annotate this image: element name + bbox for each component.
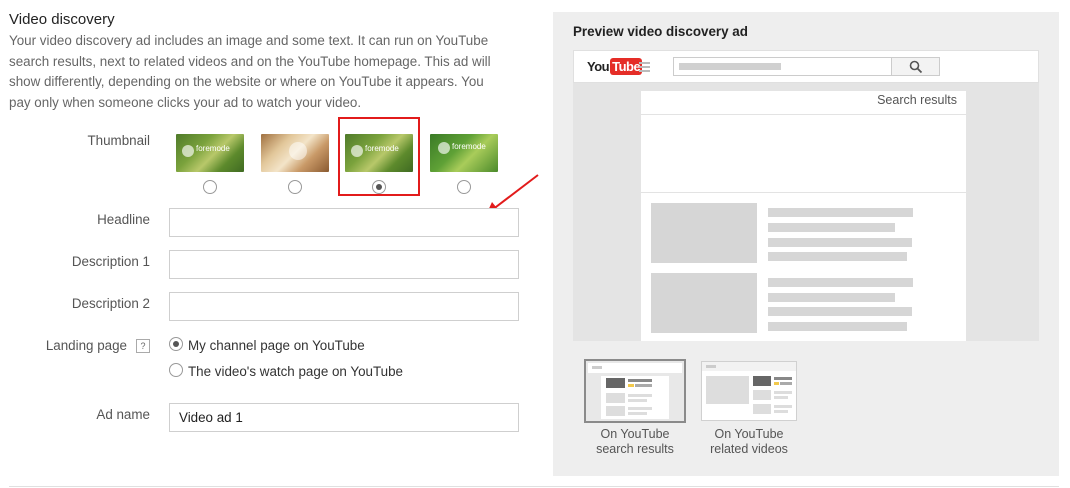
landing-radio-watch[interactable] xyxy=(169,363,183,377)
youtube-logo: You Tube xyxy=(587,58,643,75)
thumbnail-label: Thumbnail xyxy=(87,133,150,148)
result-text-line xyxy=(768,252,907,261)
mini-ad-thumb xyxy=(753,376,771,386)
thumbnail-object xyxy=(289,142,307,160)
ad-name-label: Ad name xyxy=(96,407,150,422)
result-text-line xyxy=(768,278,913,287)
mini-line xyxy=(628,412,647,415)
youtube-header: You Tube xyxy=(573,50,1039,83)
thumbnail-radio-1[interactable] xyxy=(203,180,217,194)
description1-label: Description 1 xyxy=(71,254,150,269)
caption-line-1: On YouTube xyxy=(600,427,670,441)
thumbnail-watermark-text: foremode xyxy=(196,144,230,153)
description2-input[interactable] xyxy=(169,292,519,321)
result-thumbnail xyxy=(651,273,757,333)
headline-input[interactable] xyxy=(169,208,519,237)
result-text-line xyxy=(768,293,895,302)
section-title: Video discovery xyxy=(9,11,115,28)
magnifier-icon xyxy=(909,60,923,74)
landing-option-watch[interactable]: The video's watch page on YouTube xyxy=(188,364,403,379)
mini-line xyxy=(774,391,792,394)
mini-ad-line xyxy=(774,377,792,380)
mini-thumb xyxy=(753,390,771,400)
placement-search-results-option[interactable] xyxy=(584,359,686,423)
thumbnail-logo-mark xyxy=(438,142,450,154)
results-page: Search results xyxy=(641,91,966,341)
placement-related-videos-option[interactable] xyxy=(701,361,797,421)
mini-line xyxy=(774,410,788,413)
thumbnail-option-2[interactable] xyxy=(261,134,329,172)
result-text-line xyxy=(768,223,895,232)
caption-line-2: search results xyxy=(596,442,674,456)
thumbnail-watermark-text: foremode xyxy=(452,142,486,151)
thumbnail-option-1[interactable]: foremode xyxy=(176,134,244,172)
result-text-line xyxy=(768,238,912,247)
mini-header xyxy=(588,363,682,373)
description1-input[interactable] xyxy=(169,250,519,279)
placement-related-videos-caption: On YouTube related videos xyxy=(701,427,797,457)
search-results-heading: Search results xyxy=(877,93,957,107)
result-text-line xyxy=(768,322,907,331)
youtube-logo-tube: Tube xyxy=(610,58,643,75)
mini-video-player xyxy=(706,376,749,404)
preview-search-button xyxy=(891,57,940,76)
mini-thumb xyxy=(606,393,625,403)
results-divider xyxy=(641,192,966,193)
landing-option-channel[interactable]: My channel page on YouTube xyxy=(188,338,365,353)
caption-line-2: related videos xyxy=(710,442,788,456)
preview-screen: You Tube Search results xyxy=(573,50,1039,341)
mini-ad-line xyxy=(780,382,792,385)
mini-ad-line xyxy=(635,384,652,387)
caption-line-1: On YouTube xyxy=(714,427,784,441)
landing-radio-channel[interactable] xyxy=(169,337,183,351)
preview-panel: Preview video discovery ad You Tube Sear… xyxy=(553,12,1059,476)
description2-label: Description 2 xyxy=(71,296,150,311)
landing-page-label: Landing page xyxy=(45,338,127,353)
thumbnail-radio-2[interactable] xyxy=(288,180,302,194)
help-icon[interactable]: ? xyxy=(136,339,150,353)
mini-line xyxy=(628,399,647,402)
thumbnail-radio-4[interactable] xyxy=(457,180,471,194)
mini-line xyxy=(774,405,792,408)
mini-logo xyxy=(592,366,602,369)
ad-name-input[interactable] xyxy=(169,403,519,432)
mini-results xyxy=(601,376,669,419)
mini-ad-badge xyxy=(774,382,779,385)
preview-search-box xyxy=(673,57,893,76)
preview-title: Preview video discovery ad xyxy=(573,24,748,39)
mini-logo xyxy=(706,365,716,368)
youtube-logo-you: You xyxy=(587,59,610,74)
search-placeholder-bar xyxy=(679,63,781,70)
selected-thumbnail-highlight xyxy=(338,117,420,196)
headline-label: Headline xyxy=(97,212,150,227)
bottom-divider xyxy=(9,486,1059,487)
mini-ad-thumb xyxy=(606,378,625,388)
mini-thumb xyxy=(753,404,771,414)
section-description: Your video discovery ad includes an imag… xyxy=(9,33,491,110)
mini-line xyxy=(628,394,652,397)
thumbnail-logo-mark xyxy=(182,145,194,157)
mini-thumb xyxy=(606,406,625,416)
mini-ad-badge xyxy=(628,384,634,387)
result-text-line xyxy=(768,307,912,316)
thumbnail-option-4[interactable]: foremode xyxy=(430,134,498,172)
result-thumbnail xyxy=(651,203,757,263)
mini-header xyxy=(702,362,796,371)
mini-line xyxy=(774,396,788,399)
result-text-line xyxy=(768,208,913,217)
hamburger-icon xyxy=(639,62,650,72)
mini-line xyxy=(628,407,652,410)
placement-search-results-caption: On YouTube search results xyxy=(584,427,686,457)
results-divider xyxy=(641,114,966,115)
mini-ad-line xyxy=(628,379,652,382)
